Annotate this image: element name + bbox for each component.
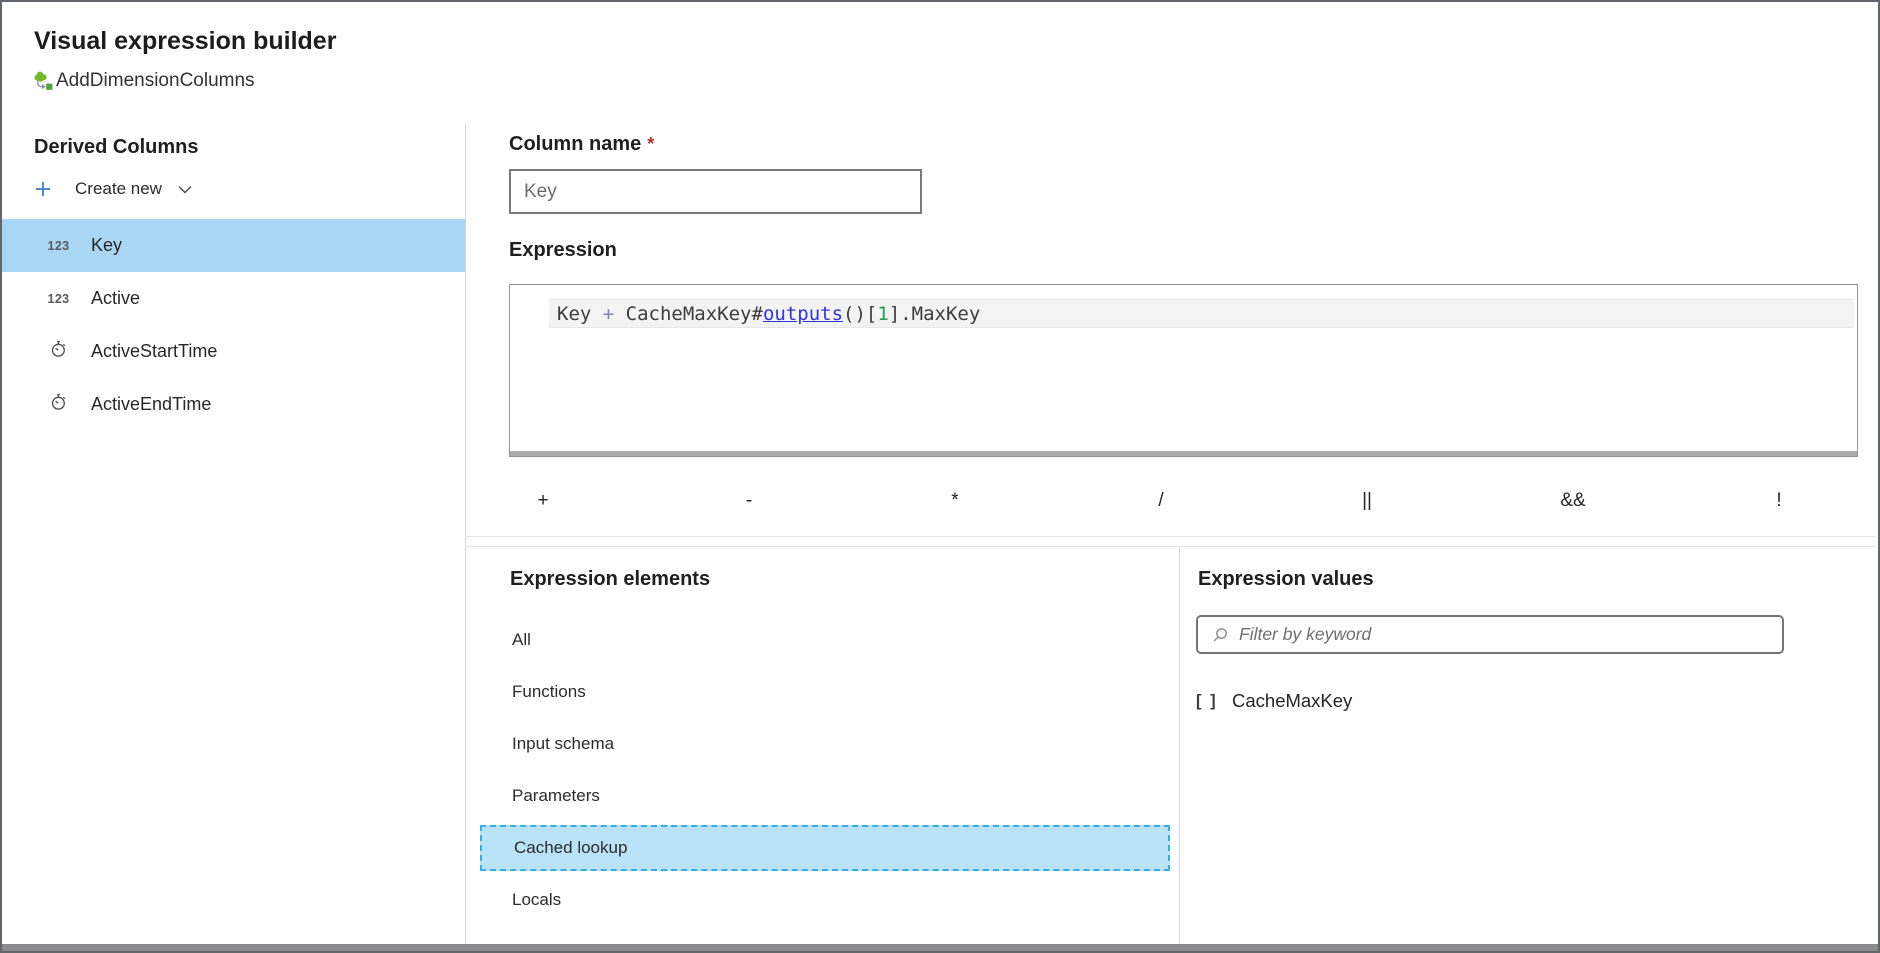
- derived-columns-list: 123 Key 123 Acti: [2, 219, 465, 431]
- expression-elements-list: All Functions Input schema Parameters Ca…: [465, 614, 1179, 926]
- filter-input-wrapper: [1196, 615, 1784, 654]
- sidebar-title: Derived Columns: [34, 136, 198, 159]
- expression-element-label: Locals: [512, 890, 561, 910]
- expression-value-item[interactable]: [ ] CacheMaxKey: [1196, 684, 1870, 718]
- expression-element-item[interactable]: Cached lookup: [480, 825, 1170, 871]
- plus-icon: [35, 181, 51, 197]
- sidebar-column-label: Key: [91, 235, 122, 256]
- expression-element-label: Cached lookup: [514, 838, 627, 858]
- operator-toolbar: +-*/||&&!: [440, 481, 1880, 521]
- sidebar-column-item[interactable]: 123 ActiveEndTime: [2, 378, 465, 431]
- required-asterisk: *: [647, 134, 654, 154]
- create-new-label: Create new: [75, 179, 162, 199]
- brackets-icon: [ ]: [1196, 692, 1232, 711]
- chevron-down-icon: [178, 185, 192, 194]
- expression-elements-title: Expression elements: [510, 568, 710, 591]
- sidebar-column-item[interactable]: 123 Key: [2, 219, 465, 272]
- operator-not-button[interactable]: !: [1676, 481, 1880, 521]
- horizontal-scrollbar[interactable]: [2, 944, 1878, 951]
- sidebar-column-label: ActiveEndTime: [91, 394, 211, 415]
- create-new-button[interactable]: Create new: [35, 176, 192, 202]
- sidebar-column-label: Active: [91, 288, 140, 309]
- expression-element-label: All: [512, 630, 531, 650]
- expression-element-item[interactable]: All: [465, 614, 1179, 666]
- expression-element-label: Functions: [512, 682, 586, 702]
- expression-element-item[interactable]: Functions: [465, 666, 1179, 718]
- expression-element-label: Input schema: [512, 734, 614, 754]
- sidebar-column-item[interactable]: 123 ActiveStartTime: [2, 325, 465, 378]
- transformation-subtitle: AddDimensionColumns: [31, 69, 255, 93]
- search-icon: [1211, 626, 1229, 644]
- expression-elements-panel: Expression elements All Functions Input …: [465, 548, 1179, 946]
- expression-editor[interactable]: Key + CacheMaxKey#outputs()[1].MaxKey: [509, 284, 1858, 457]
- expression-element-label: Parameters: [512, 786, 600, 806]
- column-name-label: Column name *: [509, 133, 654, 156]
- visual-expression-builder-dialog: Visual expression builder AddDimensionCo…: [0, 0, 1880, 953]
- operator-minus-button[interactable]: -: [646, 481, 852, 521]
- editor-horizontal-scrollbar[interactable]: [510, 451, 1857, 456]
- derived-column-transformation-icon: [31, 69, 55, 93]
- operator-logical-or-button[interactable]: ||: [1264, 481, 1470, 521]
- expression-values-panel: Expression values [ ] CacheMaxKey: [1180, 548, 1880, 946]
- transformation-name: AddDimensionColumns: [56, 70, 255, 92]
- timestamp-type-icon: [49, 339, 69, 364]
- number-type-icon: 123: [47, 292, 69, 306]
- column-name-input[interactable]: [509, 169, 922, 214]
- section-divider-line: [465, 546, 1876, 547]
- expression-code: Key + CacheMaxKey#outputs()[1].MaxKey: [557, 303, 980, 325]
- operator-logical-and-button[interactable]: &&: [1470, 481, 1676, 521]
- expression-element-item[interactable]: Input schema: [465, 718, 1179, 770]
- sidebar-column-item[interactable]: 123 Active: [2, 272, 465, 325]
- operator-divide-button[interactable]: /: [1058, 481, 1264, 521]
- expression-label: Expression: [509, 239, 617, 262]
- expression-value-label: CacheMaxKey: [1232, 690, 1352, 712]
- filter-keyword-input[interactable]: [1239, 624, 1772, 645]
- timestamp-type-icon: [49, 392, 69, 417]
- operator-plus-button[interactable]: +: [440, 481, 646, 521]
- expression-values-title: Expression values: [1198, 568, 1374, 591]
- number-type-icon: 123: [47, 239, 69, 253]
- page-title: Visual expression builder: [34, 27, 336, 56]
- operator-multiply-button[interactable]: *: [852, 481, 1058, 521]
- column-name-label-text: Column name: [509, 133, 641, 155]
- sidebar-column-label: ActiveStartTime: [91, 341, 217, 362]
- expression-element-item[interactable]: Locals: [465, 874, 1179, 926]
- expression-values-list: [ ] CacheMaxKey: [1196, 684, 1870, 718]
- section-divider-line: [465, 536, 1876, 537]
- expression-code-line[interactable]: Key + CacheMaxKey#outputs()[1].MaxKey: [549, 299, 1854, 328]
- expression-element-item[interactable]: Parameters: [465, 770, 1179, 822]
